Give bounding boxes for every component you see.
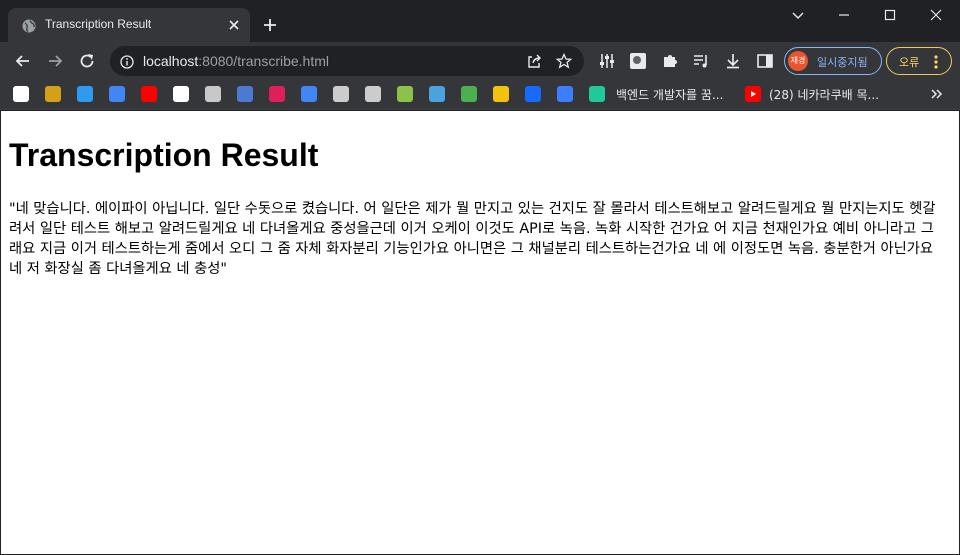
bookmark-label: (28) 네카라쿠배 목...: [769, 88, 879, 102]
download-icon[interactable]: [723, 51, 743, 71]
info-icon[interactable]: [120, 54, 134, 69]
extension-tuning-icon[interactable]: [597, 51, 617, 71]
back-arrow-icon[interactable]: [13, 51, 33, 71]
double-chevron-right-icon[interactable]: [928, 86, 944, 102]
chevron-down-icon: [792, 12, 804, 19]
youtube-icon[interactable]: [745, 86, 761, 102]
tab-title: Transcription Result: [45, 17, 152, 31]
globe-icon[interactable]: [365, 86, 381, 102]
bookmark-11-icon[interactable]: [333, 86, 349, 102]
reload-icon[interactable]: [77, 51, 97, 71]
url-text: localhost:8080/transcribe.html: [143, 53, 329, 69]
bookmark-2-icon[interactable]: [45, 86, 61, 102]
globe-icon: [22, 18, 36, 33]
github-icon[interactable]: [13, 86, 29, 102]
bookmark-13-icon[interactable]: [397, 86, 413, 102]
address-bar[interactable]: localhost:8080/transcribe.html: [110, 46, 584, 76]
bookmark-label: 백엔드 개발자를 꿈...: [616, 88, 724, 102]
profile-button[interactable]: 재경 일시중지됨: [784, 47, 882, 75]
page-title: Transcription Result: [9, 137, 319, 173]
url-path: :8080/transcribe.html: [198, 53, 329, 69]
bookmark-16-icon[interactable]: [493, 86, 509, 102]
l-logo-icon[interactable]: [173, 86, 189, 102]
transcript-text: "네 맞습니다. 에이파이 아닙니다. 일단 수돗으로 켰습니다. 어 일단은 …: [9, 201, 936, 277]
kebab-menu-icon: [933, 54, 939, 70]
maximize-icon: [884, 9, 896, 21]
extension-picture-icon[interactable]: [628, 51, 648, 71]
tab-transcription-result[interactable]: Transcription Result: [8, 8, 250, 42]
close-icon: [930, 9, 942, 21]
bookmark-15-icon[interactable]: [461, 86, 477, 102]
code-icon[interactable]: [429, 86, 445, 102]
bookmark-18-icon[interactable]: [557, 86, 573, 102]
close-icon[interactable]: [226, 17, 242, 33]
bookmark-star-icon[interactable]: [555, 52, 573, 69]
page-content: Transcription Result "네 맞습니다. 에이파이 아닙니다.…: [1, 111, 959, 554]
minimize-icon: [839, 14, 849, 16]
youtube-icon[interactable]: [141, 86, 157, 102]
d2-icon[interactable]: [589, 86, 605, 102]
new-tab-plus-icon[interactable]: [262, 17, 278, 33]
bookmark-nekarakubae[interactable]: (28) 네카라쿠배 목...: [769, 86, 879, 103]
error-menu-button[interactable]: 오류: [886, 47, 952, 75]
minimize-button[interactable]: [821, 0, 867, 30]
close-window-button[interactable]: [913, 0, 959, 30]
puzzle-extensions-icon[interactable]: [660, 51, 680, 71]
side-panel-icon[interactable]: [755, 51, 775, 71]
error-label: 오류: [899, 56, 920, 69]
bookmark-8-icon[interactable]: [237, 86, 253, 102]
behance-icon[interactable]: [525, 86, 541, 102]
profile-status-label: 일시중지됨: [817, 56, 868, 69]
tab-strip: Transcription Result: [0, 0, 960, 42]
tab-search-button[interactable]: [775, 0, 821, 30]
bookmarks-bar: 백엔드 개발자를 꿈... (28) 네카라쿠배 목...: [0, 80, 960, 110]
url-host: localhost: [143, 53, 199, 69]
maximize-button[interactable]: [867, 0, 913, 30]
slack-icon[interactable]: [269, 86, 285, 102]
translate-icon[interactable]: [301, 86, 317, 102]
h-logo-icon[interactable]: [77, 86, 93, 102]
browser-window: Transcription Result localhost:8080/tran…: [0, 0, 960, 555]
share-icon[interactable]: [526, 53, 542, 69]
browser-toolbar: localhost:8080/transcribe.html 재경 일시중지됨 …: [0, 42, 960, 80]
avatar: 재경: [788, 51, 808, 71]
forward-arrow-icon[interactable]: [45, 51, 65, 71]
bookmark-backend-dev[interactable]: 백엔드 개발자를 꿈...: [616, 86, 723, 103]
media-queue-icon[interactable]: [691, 51, 711, 71]
bookmark-7-icon[interactable]: [205, 86, 221, 102]
bookmark-4-icon[interactable]: [109, 86, 125, 102]
